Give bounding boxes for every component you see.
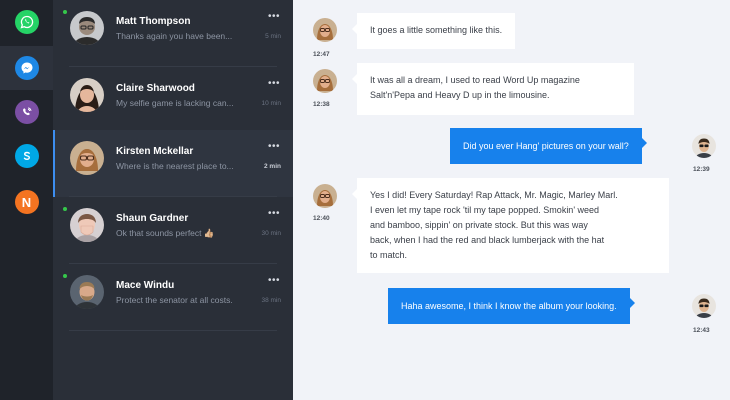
- avatar: [70, 275, 104, 309]
- message-preview: Protect the senator at all costs.: [116, 295, 233, 305]
- chat-panel: 12:47 It goes a little something like th…: [293, 0, 730, 400]
- message-text-line: It was all a dream, I used to read Word …: [370, 75, 580, 85]
- contact-name: Claire Sharwood: [116, 83, 195, 94]
- message-preview: My selfie game is lacking can...: [116, 98, 234, 108]
- message-bubble-incoming: It goes a little something like this.: [351, 13, 516, 49]
- message-text: Did you ever Hang' pictures on your wall…: [463, 141, 629, 151]
- message-time: 12:39: [693, 166, 710, 173]
- avatar: [70, 141, 104, 175]
- more-options-icon[interactable]: •••: [268, 142, 280, 152]
- viber-icon: [14, 100, 39, 124]
- conversation-list: Matt Thompson Thanks again you have been…: [53, 0, 293, 400]
- conversation-time: 38 min: [261, 297, 281, 304]
- whatsapp-icon: [14, 10, 39, 34]
- message-bubble-outgoing: Haha awesome, I think I know the album y…: [388, 288, 635, 324]
- online-indicator: [63, 207, 67, 211]
- app-whatsapp[interactable]: [0, 0, 53, 44]
- online-indicator: [63, 274, 67, 278]
- app-rail: N: [0, 0, 53, 400]
- more-options-icon[interactable]: •••: [268, 276, 280, 286]
- message-preview: Thanks again you have been...: [116, 31, 233, 41]
- skype-icon: [14, 144, 39, 168]
- contact-name: Kirsten Mckellar: [116, 146, 194, 157]
- app-skype[interactable]: [0, 134, 53, 178]
- avatar: [70, 78, 104, 112]
- n-app-letter: N: [21, 194, 32, 210]
- avatar: [70, 11, 104, 45]
- conversation-time: 10 min: [261, 100, 281, 107]
- message-time: 12:43: [693, 327, 710, 334]
- contact-name: Mace Windu: [116, 280, 175, 291]
- message-text-line: back, when I had the red and black lumbe…: [370, 235, 605, 245]
- contact-name: Shaun Gardner: [116, 213, 189, 224]
- avatar: [70, 208, 104, 242]
- conversation-time: 30 min: [261, 230, 281, 237]
- divider: [69, 330, 277, 331]
- more-options-icon[interactable]: •••: [268, 209, 280, 219]
- more-options-icon[interactable]: •••: [268, 79, 280, 89]
- avatar: [313, 69, 337, 93]
- conversation-time: 2 min: [264, 163, 281, 170]
- app-messenger[interactable]: [0, 46, 53, 90]
- message-time: 12:47: [313, 51, 330, 58]
- n-app-icon: N: [14, 190, 39, 214]
- conversation-item[interactable]: Claire Sharwood My selfie game is lackin…: [53, 67, 293, 134]
- online-indicator: [63, 10, 67, 14]
- message-bubble-incoming: Yes I did! Every Saturday! Rap Attack, M…: [352, 178, 669, 273]
- message-text: Haha awesome, I think I know the album y…: [401, 301, 617, 311]
- conversation-item[interactable]: Shaun Gardner Ok that sounds perfect 👍🏼 …: [53, 197, 293, 264]
- conversation-item-selected[interactable]: Kirsten Mckellar Where is the nearest pl…: [53, 130, 293, 197]
- conversation-item[interactable]: Mace Windu Protect the senator at all co…: [53, 264, 293, 331]
- avatar: [692, 294, 716, 318]
- app-viber[interactable]: [0, 90, 53, 134]
- avatar: [692, 134, 716, 158]
- avatar: [313, 184, 337, 208]
- message-text-line: and bamboo, sippin' on private stock. Bu…: [370, 220, 588, 230]
- messenger-icon: [14, 56, 39, 80]
- message-text-line: I even let my tape rock 'til my tape pop…: [370, 205, 600, 215]
- message-text-line: to match.: [370, 250, 408, 260]
- message-text-line: Yes I did! Every Saturday! Rap Attack, M…: [370, 190, 618, 200]
- message-text-line: Salt'n'Pepa and Heavy D up in the limous…: [370, 90, 550, 100]
- message-bubble-outgoing: Did you ever Hang' pictures on your wall…: [450, 128, 647, 164]
- message-bubble-incoming: It was all a dream, I used to read Word …: [352, 63, 634, 115]
- conversation-time: 5 min: [265, 33, 281, 40]
- message-text: It goes a little something like this.: [370, 25, 503, 35]
- message-preview: Ok that sounds perfect 👍🏼: [116, 228, 215, 238]
- contact-name: Matt Thompson: [116, 16, 191, 27]
- app-n[interactable]: N: [0, 180, 53, 224]
- message-preview: Where is the nearest place to...: [116, 161, 234, 171]
- message-time: 12:40: [313, 215, 330, 222]
- more-options-icon[interactable]: •••: [268, 12, 280, 22]
- message-time: 12:38: [313, 101, 330, 108]
- conversation-item[interactable]: Matt Thompson Thanks again you have been…: [53, 0, 293, 67]
- avatar: [313, 18, 337, 42]
